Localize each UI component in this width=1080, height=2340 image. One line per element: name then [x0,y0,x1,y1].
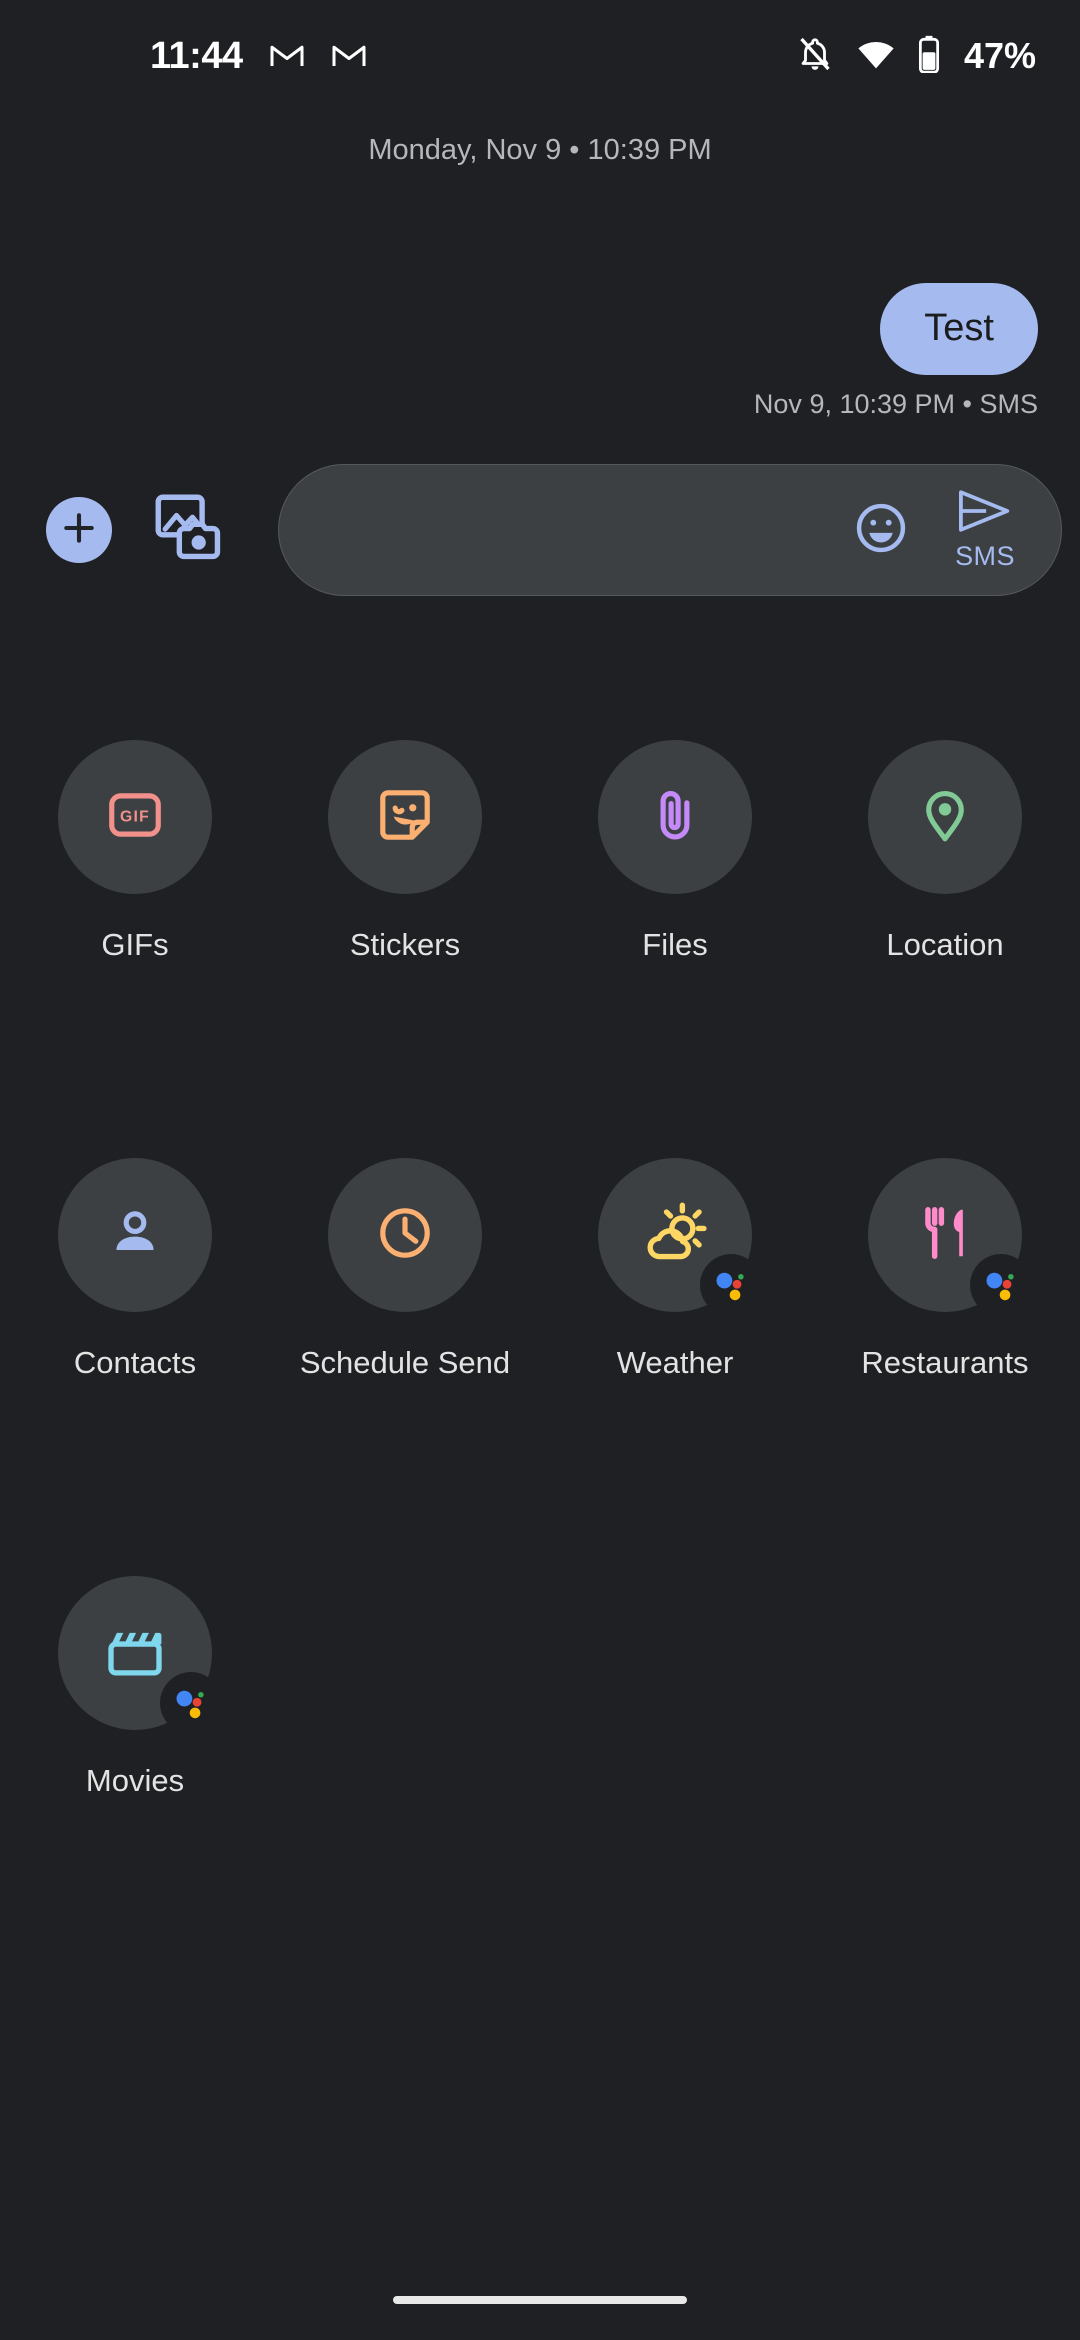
attachment-icon-circle[interactable] [328,740,482,894]
home-indicator[interactable] [393,2296,687,2304]
location-pin-icon [914,784,976,851]
message-bubble[interactable]: Test [880,283,1038,375]
attachment-icon-circle[interactable] [598,740,752,894]
attachment-label: Contacts [73,1345,197,1380]
attachment-item-files[interactable]: Files [540,740,810,1158]
wifi-icon [856,38,896,75]
message-input[interactable] [279,465,853,595]
attachment-icon-circle[interactable] [58,1576,222,1734]
attachment-icon-circle[interactable] [328,1158,482,1312]
attachment-grid: GIF GIFs Stickers Files Location Contact… [0,740,1080,1994]
status-bar-clock: 11:44 [150,34,243,77]
attachment-icon-circle[interactable] [58,1158,212,1312]
attachment-icon-circle[interactable] [868,740,1022,894]
attachment-label: Weather [616,1345,734,1380]
attachment-item-stickers[interactable]: Stickers [270,740,540,1158]
gallery-camera-button[interactable] [152,491,226,570]
send-button-label: SMS [955,541,1015,571]
attachment-label: Files [642,927,708,962]
weather-sun-cloud-icon [641,1199,709,1272]
attachment-icon-circle[interactable] [598,1158,762,1316]
restaurant-icon [914,1202,976,1269]
message-row-outgoing: Test Nov 9, 10:39 PM • SMS [754,283,1038,420]
attachment-label: Stickers [349,927,461,962]
attachment-item-schedule-send[interactable]: Schedule Send [270,1158,540,1576]
message-input-container[interactable]: SMS [278,464,1062,596]
attachment-icon-circle[interactable]: GIF [58,740,212,894]
gmail-icon [269,39,305,74]
clock-icon [374,1202,436,1269]
plus-icon [60,509,98,552]
google-assistant-badge [970,1254,1032,1316]
battery-icon [918,35,940,78]
attachment-item-location[interactable]: Location [810,740,1080,1158]
attachment-icon-circle[interactable] [868,1158,1032,1316]
attachment-item-gifs[interactable]: GIF GIFs [0,740,270,1158]
attachment-item-contacts[interactable]: Contacts [0,1158,270,1576]
message-status: Nov 9, 10:39 PM • SMS [753,388,1038,419]
attachment-label: Movies [85,1763,185,1798]
emoji-button[interactable] [853,500,909,561]
attachment-item-restaurants[interactable]: Restaurants [810,1158,1080,1576]
sticker-icon [374,784,436,851]
attachment-label: Schedule Send [299,1345,511,1380]
person-icon [104,1202,166,1269]
gmail-icon [331,39,367,74]
notifications-off-icon [796,35,834,78]
status-bar-left: 11:44 [150,35,367,78]
paperclip-icon [644,784,706,851]
attachment-label: Location [886,927,1004,962]
status-bar-right: 47% [796,35,1036,78]
send-button[interactable]: SMS [943,488,1027,572]
battery-percentage: 47% [963,35,1036,76]
attachment-item-movies[interactable]: Movies [0,1576,270,1994]
svg-text:GIF: GIF [120,808,150,825]
gif-icon: GIF [104,784,166,851]
attachment-item-weather[interactable]: Weather [540,1158,810,1576]
compose-bar: SMS [0,455,1080,605]
movie-clapper-icon [103,1619,167,1688]
google-assistant-badge [160,1672,222,1734]
add-attachment-button[interactable] [46,497,112,563]
image-camera-icon [152,491,226,570]
attachment-label: Restaurants [861,1345,1029,1380]
attachment-label: GIFs [101,927,169,962]
messaging-app-screen: 11:44 47% Monday, Nov 9 • 10:39 PM Test … [0,0,1080,2340]
send-arrow-icon [956,488,1014,539]
emoji-smiley-icon [853,500,909,561]
status-bar: 11:44 47% [0,0,1080,112]
date-separator: Monday, Nov 9 • 10:39 PM [368,134,712,166]
google-assistant-badge [700,1254,762,1316]
